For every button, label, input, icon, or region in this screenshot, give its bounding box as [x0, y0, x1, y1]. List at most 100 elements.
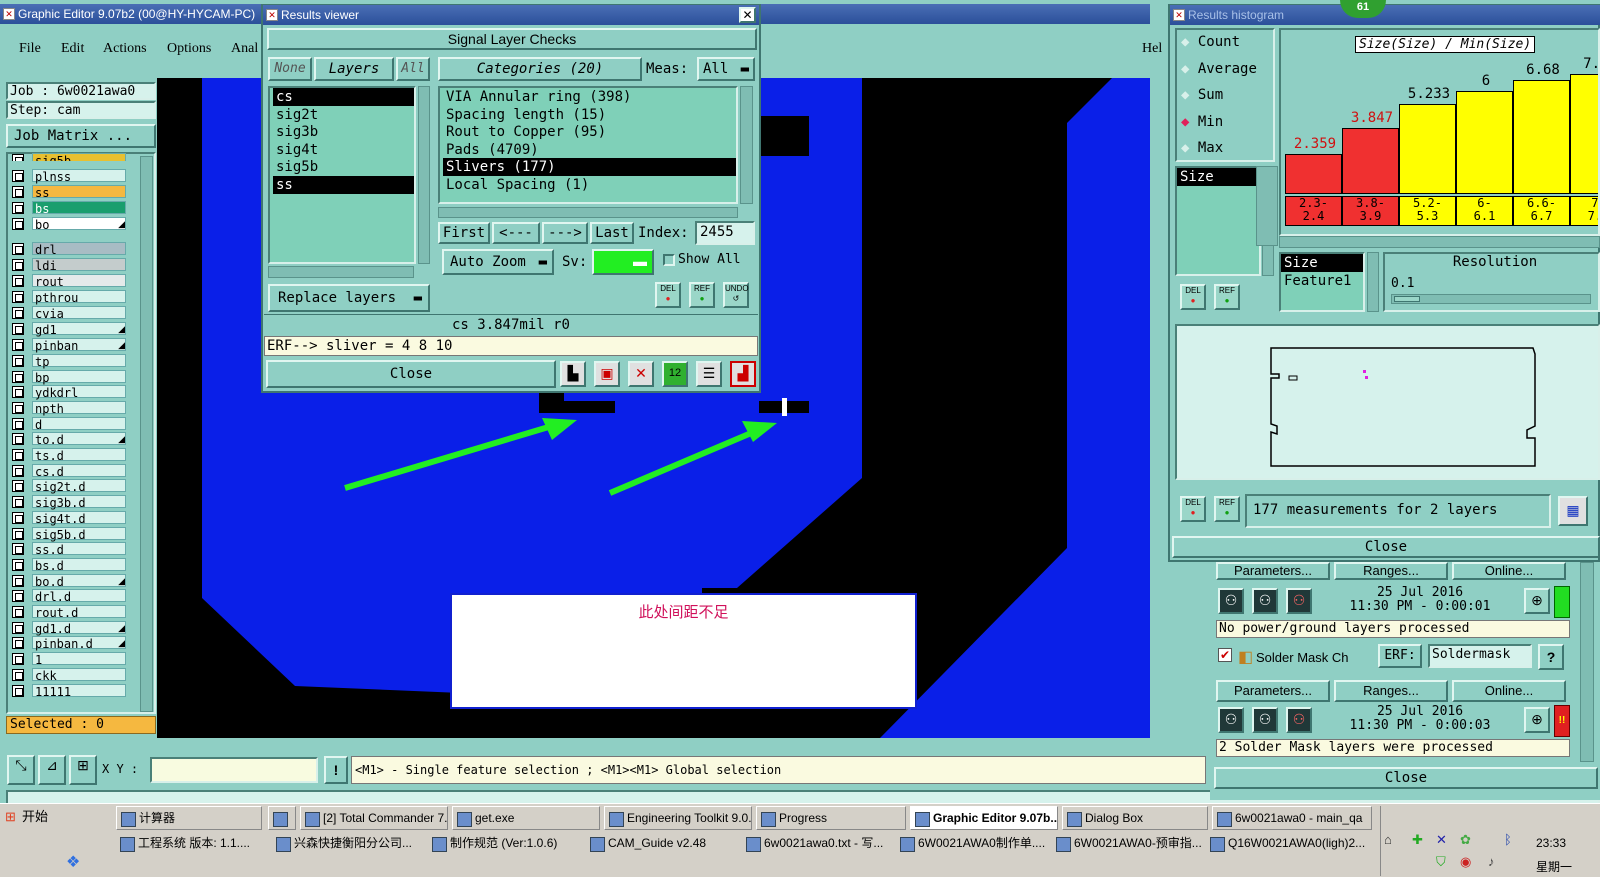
layer-checkbox[interactable]: [12, 685, 24, 697]
filter-tool-button[interactable]: ✕: [628, 361, 654, 387]
checklist-scrollbar[interactable]: [1580, 562, 1594, 762]
layer-row[interactable]: drl: [10, 242, 128, 257]
result-layer-item[interactable]: sig2t: [273, 106, 414, 124]
grid-tool-button[interactable]: ⊞: [69, 755, 97, 785]
sort-item[interactable]: Feature1: [1281, 272, 1363, 290]
report-tool-button[interactable]: ▙: [560, 361, 586, 387]
taskbar-item[interactable]: 兴森快捷衡阳分公司...: [272, 832, 422, 856]
taskbar-item[interactable]: Graphic Editor 9.07b...: [910, 806, 1058, 830]
histogram-chart[interactable]: Size(Size) / Min(Size) 2.359 3.847 5.233 6 6…: [1279, 28, 1600, 236]
layer-checkbox[interactable]: [12, 480, 24, 492]
layer-row[interactable]: tp: [10, 354, 128, 369]
auto-zoom-dropdown[interactable]: Auto Zoom ▬: [442, 249, 554, 275]
layer-checkbox[interactable]: [12, 543, 24, 555]
layer-row[interactable]: to.d ◢: [10, 432, 128, 447]
size-list-item[interactable]: Size: [1177, 168, 1259, 186]
category-item[interactable]: Pads (4709): [443, 141, 736, 159]
notes-tool-button[interactable]: ☰: [696, 361, 722, 387]
results-viewer-close-icon[interactable]: ✕: [739, 7, 756, 23]
layer-checkbox[interactable]: [12, 170, 24, 182]
chart-vscroll[interactable]: [1256, 166, 1278, 246]
layer-checkbox[interactable]: [12, 637, 24, 649]
result-layer-item[interactable]: sig3b: [273, 123, 414, 141]
category-item[interactable]: Rout to Copper (95): [443, 123, 736, 141]
layer-row[interactable]: rout.d: [10, 605, 128, 620]
menu-actions[interactable]: Actions: [103, 41, 147, 57]
taskbar-item[interactable]: CAM_Guide v2.48: [586, 832, 736, 856]
layer-checkbox[interactable]: [12, 275, 24, 287]
layer-row[interactable]: ydkdrl: [10, 385, 128, 400]
histogram-tool-button[interactable]: ▟: [730, 361, 756, 387]
category-item[interactable]: Spacing length (15): [443, 106, 736, 124]
export-tool-button[interactable]: ▣: [594, 361, 620, 387]
layer-row[interactable]: pinban.d ◢: [10, 636, 128, 651]
layer-row[interactable]: bp: [10, 370, 128, 385]
taskbar-item[interactable]: [268, 806, 296, 830]
layer-checkbox[interactable]: [12, 433, 24, 445]
taskbar-item[interactable]: Engineering Toolkit 9.0...: [604, 806, 752, 830]
layer-checkbox[interactable]: [12, 291, 24, 303]
layer-row[interactable]: pinban ◢: [10, 338, 128, 353]
aggregate-option[interactable]: ◆ Max: [1181, 140, 1223, 156]
result-layer-item[interactable]: ss: [273, 175, 414, 194]
layer-row[interactable]: ss.d: [10, 542, 128, 557]
first-button[interactable]: First: [438, 222, 490, 244]
category-list[interactable]: VIA Annular ring (398) Spacing length (15…: [438, 86, 738, 204]
taskbar-item[interactable]: Progress: [756, 806, 906, 830]
layer-row[interactable]: rout: [10, 274, 128, 289]
layer-checkbox[interactable]: [12, 559, 24, 571]
sort-item[interactable]: Size: [1281, 254, 1363, 272]
category-item[interactable]: Local Spacing (1): [443, 176, 736, 194]
layer-checkbox[interactable]: [12, 606, 24, 618]
erf-value-field[interactable]: Soldermask: [1428, 644, 1532, 668]
parameters-button-1[interactable]: Parameters...: [1216, 562, 1330, 580]
resolution-slider[interactable]: [1391, 294, 1591, 304]
check-help-button[interactable]: ?: [1538, 644, 1564, 670]
layer-row[interactable]: bs.d: [10, 558, 128, 573]
menu-analysis[interactable]: Anal: [231, 41, 258, 57]
category-list-vscroll[interactable]: [740, 86, 753, 204]
category-item[interactable]: Slivers (177): [443, 158, 736, 176]
layer-checkbox[interactable]: [12, 622, 24, 634]
last-button[interactable]: Last: [590, 222, 634, 244]
replace-layers-dropdown[interactable]: Replace layers ▬: [268, 284, 430, 312]
layer-checkbox[interactable]: [12, 418, 24, 430]
taskbar-item[interactable]: 6W0021AWA0-预审指...: [1052, 832, 1202, 856]
layer-row[interactable]: sig5b.d: [10, 527, 128, 542]
histogram-bar[interactable]: [1399, 104, 1456, 194]
category-list-hscroll[interactable]: [438, 207, 738, 218]
result-layer-item[interactable]: sig5b: [273, 158, 414, 176]
layer-row[interactable]: sig4t.d: [10, 511, 128, 526]
ranges-button-1[interactable]: Ranges...: [1334, 562, 1448, 580]
aggregate-option[interactable]: ◆ Count: [1181, 34, 1240, 50]
alert-button[interactable]: !: [324, 756, 348, 784]
aggregate-option[interactable]: ◆ Average: [1181, 61, 1257, 77]
layer-row[interactable]: plnss: [10, 169, 128, 184]
taskbar-item[interactable]: 6w0021awa0 - main_qa: [1212, 806, 1372, 830]
shield-icon[interactable]: ⛉: [1436, 854, 1446, 870]
layers-none-button[interactable]: None: [268, 57, 312, 81]
menu-options[interactable]: Options: [167, 41, 211, 57]
ref-button[interactable]: REF ●: [689, 282, 715, 308]
zoom-results-button-2[interactable]: ⊕: [1524, 707, 1550, 733]
layer-checkbox[interactable]: [12, 449, 24, 461]
taskbar-item[interactable]: get.exe: [452, 806, 600, 830]
run-icon-button-1[interactable]: ⚇: [1218, 588, 1244, 614]
layer-checkbox[interactable]: [12, 339, 24, 351]
check-name-header[interactable]: Signal Layer Checks: [267, 28, 757, 50]
taskbar-item[interactable]: [2] Total Commander 7...: [300, 806, 448, 830]
layer-row[interactable]: bo.d ◢: [10, 574, 128, 589]
layer-checkbox[interactable]: [12, 386, 24, 398]
taskbar-item[interactable]: 6W0021AWA0制作单....: [896, 832, 1046, 856]
volume-icon[interactable]: ♪: [1488, 854, 1495, 869]
graph-view-button[interactable]: ▦: [1558, 496, 1588, 526]
sort-list[interactable]: Size Feature1: [1279, 252, 1365, 312]
layer-row[interactable]: ts.d: [10, 448, 128, 463]
run-icon-button-5[interactable]: ⚇: [1252, 707, 1278, 733]
menu-file[interactable]: File: [19, 41, 41, 57]
del-button[interactable]: DEL ●: [655, 282, 681, 308]
ranges-button-2[interactable]: Ranges...: [1334, 680, 1448, 702]
menu-edit[interactable]: Edit: [61, 41, 84, 57]
layer-checkbox[interactable]: [12, 243, 24, 255]
run-icon-button-3[interactable]: ⚇: [1286, 588, 1312, 614]
